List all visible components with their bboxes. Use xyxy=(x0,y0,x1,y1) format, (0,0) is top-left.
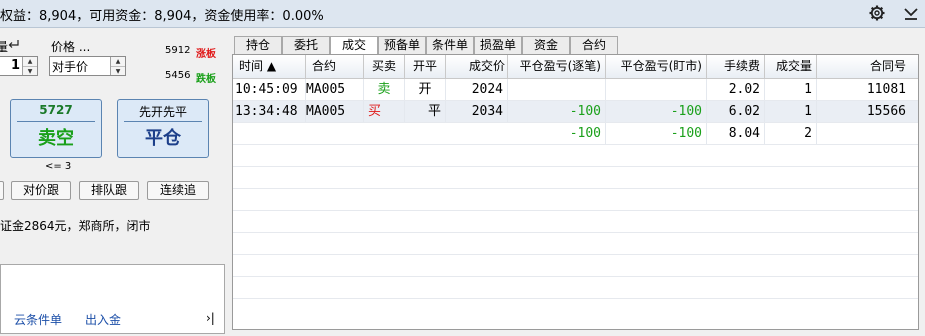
close-position-button[interactable]: 先开先平 平仓 xyxy=(117,99,209,158)
sell-short-price: 5727 xyxy=(39,103,73,117)
follow-counter-price-button[interactable]: 对价跟 xyxy=(11,181,71,200)
sell-short-label: 卖空 xyxy=(38,128,74,149)
trades-panel: 持仓 委托 成交 预备单 条件单 损盈单 资金 合约 时间 ▲ 合约 买卖 开平… xyxy=(232,36,925,336)
total-pnl-per-trade: -100 xyxy=(508,123,606,144)
quantity-value[interactable]: 1 xyxy=(11,58,20,73)
tab-conditional-orders[interactable]: 条件单 xyxy=(426,36,474,54)
col-header-fee[interactable]: 手续费 xyxy=(707,55,765,79)
tab-orders[interactable]: 委托 xyxy=(282,36,330,54)
col-header-open-close[interactable]: 开平 xyxy=(405,55,446,79)
tab-prepared-orders[interactable]: 预备单 xyxy=(378,36,426,54)
account-summary-text: 权益：8,904，可用资金：8,904，资金使用率：0.00% xyxy=(0,9,324,24)
quantity-spin-buttons[interactable]: ▲ ▼ xyxy=(22,57,37,75)
order-entry-panel: 量 价格 ... 1 ▲ ▼ 对手价 ▲ ▼ 5912 涨板 5456 跌板 572… xyxy=(0,28,230,336)
horizontal-scrollbar[interactable]: ◂ ▸ xyxy=(233,329,919,330)
col-header-price[interactable]: 成交价 xyxy=(446,55,508,79)
trade-side: 卖 xyxy=(364,79,405,100)
return-icon[interactable] xyxy=(8,39,20,50)
trade-fee: 2.02 xyxy=(707,79,765,100)
limit-down-price: 5456 xyxy=(165,70,191,81)
price-type-stepper[interactable]: 对手价 ▲ ▼ xyxy=(49,56,126,76)
limit-up-label: 涨板 xyxy=(196,49,216,60)
margin-info: 证金2864元，郑商所，闭市 xyxy=(0,219,151,233)
price-type-value[interactable]: 对手价 xyxy=(52,58,88,75)
col-header-time[interactable]: 时间 ▲ xyxy=(233,55,306,79)
follow-queue-button[interactable]: 排队跟 xyxy=(79,181,139,200)
trade-open-close: 平 xyxy=(405,101,446,122)
price-label: 价格 ... xyxy=(51,40,91,54)
trade-side: 买 xyxy=(364,101,405,122)
tab-stop-profit-orders[interactable]: 损盈单 xyxy=(474,36,522,54)
close-position-hint: 先开先平 xyxy=(138,105,187,119)
quantity-label: 量 xyxy=(0,40,9,54)
trade-id: 15566 xyxy=(866,104,906,119)
trade-pnl-per-trade: -100 xyxy=(508,101,606,122)
tab-funds[interactable]: 资金 xyxy=(522,36,570,54)
trade-fee: 6.02 xyxy=(707,101,765,122)
trade-time: 10:45:09 xyxy=(233,79,306,100)
trade-volume: 1 xyxy=(765,79,817,100)
total-fee: 8.04 xyxy=(707,123,765,144)
col-header-contract[interactable]: 合约 xyxy=(306,55,364,79)
col-header-volume[interactable]: 成交量 xyxy=(765,55,817,79)
trade-pnl-per-trade xyxy=(508,79,606,100)
minimize-chevron-icon[interactable] xyxy=(902,4,920,22)
close-position-label: 平仓 xyxy=(145,128,181,149)
deposit-withdraw-link[interactable]: 出入金 xyxy=(85,311,121,328)
price-spin-buttons[interactable]: ▲ ▼ xyxy=(110,57,125,75)
trade-time: 13:34:48 xyxy=(233,101,306,122)
tab-contracts[interactable]: 合约 xyxy=(570,36,618,54)
quantity-stepper[interactable]: 1 ▲ ▼ xyxy=(0,56,38,76)
trade-open-close: 开 xyxy=(405,79,446,100)
col-header-pnl-mark-to-market[interactable]: 平仓盈亏(盯市) xyxy=(606,55,707,79)
trades-table: 时间 ▲ 合约 买卖 开平 成交价 平仓盈亏(逐笔) 平仓盈亏(盯市) 手续费 … xyxy=(232,54,919,330)
trade-price: 2034 xyxy=(446,101,508,122)
col-header-side[interactable]: 买卖 xyxy=(364,55,405,79)
tab-positions[interactable]: 持仓 xyxy=(234,36,282,54)
trade-contract: MA005 xyxy=(306,79,364,100)
trade-id: 11081 xyxy=(866,82,906,97)
tab-trades[interactable]: 成交 xyxy=(330,36,378,55)
col-header-trade-id[interactable]: 合同号 xyxy=(817,55,918,79)
gear-icon[interactable] xyxy=(868,4,886,22)
trade-contract: MA005 xyxy=(306,101,364,122)
partial-button[interactable] xyxy=(0,181,4,200)
trade-volume: 1 xyxy=(765,101,817,122)
continuous-chase-button[interactable]: 连续追 xyxy=(147,181,209,200)
account-status-bar: 权益：8,904，可用资金：8,904，资金使用率：0.00% xyxy=(0,0,925,28)
collapse-panel-icon[interactable]: ›| xyxy=(206,311,215,325)
trade-price: 2024 xyxy=(446,79,508,100)
col-header-pnl-per-trade[interactable]: 平仓盈亏(逐笔) xyxy=(508,55,606,79)
sell-short-button[interactable]: 5727 卖空 xyxy=(10,99,102,158)
max-quantity-hint: <= 3 xyxy=(45,161,72,172)
trade-pnl-mtm: -100 xyxy=(606,101,707,122)
limit-down-label: 跌板 xyxy=(196,74,216,85)
total-pnl-mtm: -100 xyxy=(606,123,707,144)
cloud-condition-link[interactable]: 云条件单 xyxy=(14,311,62,328)
limit-up-price: 5912 xyxy=(165,45,191,56)
trade-pnl-mtm xyxy=(606,79,707,100)
total-volume: 2 xyxy=(765,123,817,144)
